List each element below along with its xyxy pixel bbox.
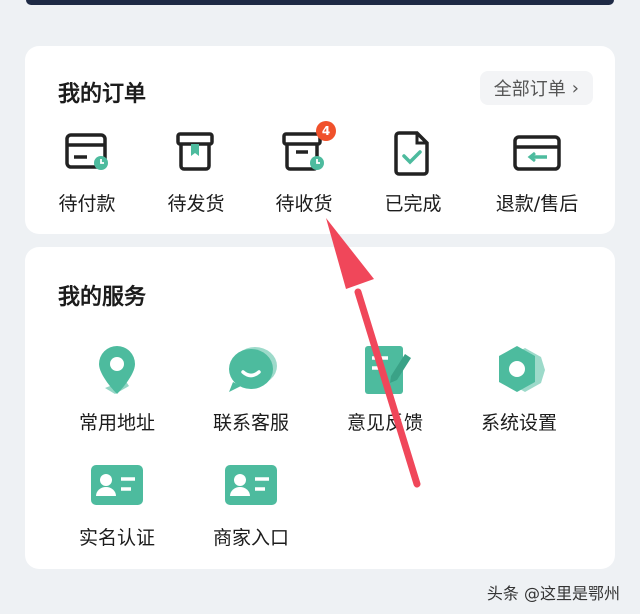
orders-title: 我的订单 [58,82,147,107]
watermark-text: 头条 @这里是鄂州 [486,584,620,603]
service-real-name-label: 实名认证 [78,527,155,549]
order-refund-aftersale[interactable]: 退款/售后 [487,129,587,216]
box-icon [170,129,222,181]
box-clock-icon: 4 [278,121,336,181]
my-services-card: 我的服务 常用地址 联系客服 意见反馈 系统设置 实名认证 商家入口 [25,247,615,569]
order-count-badge: 4 [316,121,336,141]
service-contact-support-label: 联系客服 [212,412,289,434]
service-system-settings[interactable]: 系统设置 [464,342,574,435]
order-pending-receipt[interactable]: 4 待收货 [254,121,354,216]
all-orders-link[interactable]: 全部订单 › [479,71,593,105]
service-feedback[interactable]: 意见反馈 [330,342,440,435]
chevron-right-icon: › [571,77,579,99]
order-pending-shipment[interactable]: 待发货 [146,129,246,216]
chat-bubble-icon [221,342,281,398]
service-merchant-entry-label: 商家入口 [212,527,289,549]
my-orders-card: 我的订单 全部订单 › 待付款 待发货 4 待收货 已完成 退款/售后 [25,46,615,234]
settings-hex-icon [489,342,549,398]
order-pending-shipment-label: 待发货 [167,193,225,215]
order-refund-label: 退款/售后 [495,193,579,215]
service-common-address-label: 常用地址 [78,412,155,434]
top-dark-bar [26,0,614,5]
merchant-card-icon [221,457,281,513]
id-card-icon [87,457,147,513]
all-orders-label: 全部订单 [493,79,566,100]
order-pending-payment[interactable]: 待付款 [37,129,137,216]
service-feedback-label: 意见反馈 [346,412,423,434]
note-pen-icon [355,342,415,398]
service-contact-support[interactable]: 联系客服 [196,342,306,435]
location-pin-icon [87,342,147,398]
order-pending-receipt-label: 待收货 [275,193,333,215]
service-common-address[interactable]: 常用地址 [62,342,172,435]
order-completed[interactable]: 已完成 [363,129,463,216]
order-completed-label: 已完成 [384,193,442,215]
wallet-clock-icon [61,129,113,181]
service-merchant-entry[interactable]: 商家入口 [196,457,306,550]
document-check-icon [387,129,439,181]
refund-card-icon [511,129,563,181]
order-pending-payment-label: 待付款 [58,193,116,215]
service-real-name-verification[interactable]: 实名认证 [62,457,172,550]
services-title: 我的服务 [58,285,147,310]
service-system-settings-label: 系统设置 [480,412,557,434]
